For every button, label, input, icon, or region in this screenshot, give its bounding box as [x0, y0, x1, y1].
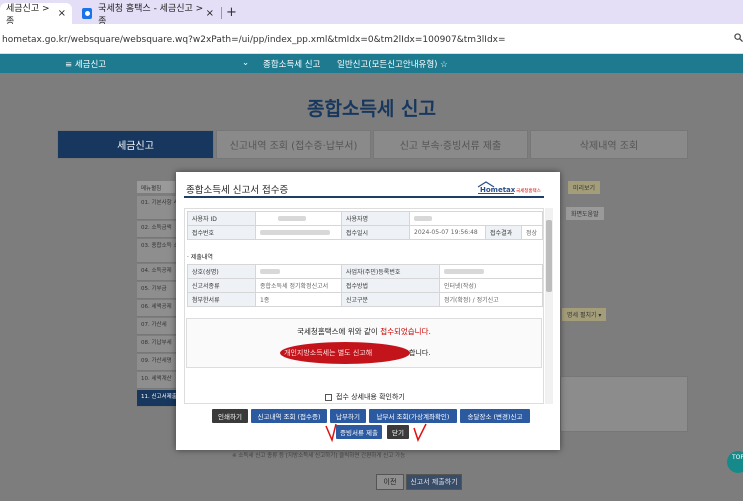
receipt-content: 사용자 ID 사용자명 접수번호 접수일시 2024-05-07 19:56:4… [184, 208, 544, 404]
sidebar-item[interactable]: 08. 기납부세 [137, 336, 177, 353]
svg-text:국세청홈택스: 국세청홈택스 [516, 187, 541, 194]
value: 인터넷(작성) [439, 278, 543, 293]
sidebar-item[interactable]: 04. 소득공제 [137, 264, 177, 281]
magnifier-icon[interactable] [734, 33, 743, 45]
value [255, 264, 342, 279]
value: 2024-05-07 19:56:48 [408, 225, 487, 240]
value: 정상 [521, 225, 543, 240]
red-annotation-marks [325, 423, 427, 443]
delivery-address-button[interactable]: 송달장소 (변경)신고 [460, 409, 530, 423]
table-row: 상호(성명) 사업자(주민)등록번호 [187, 264, 543, 279]
label: 접수결과 [485, 225, 523, 240]
sidebar-item[interactable]: 03. 종합소득 소득금액 [137, 239, 177, 263]
tab-deleted-history[interactable]: 삭제내역 조회 [530, 130, 688, 159]
nav-menu-tax-filing[interactable]: ≡ 세금신고 [65, 58, 106, 70]
scroll-top-button[interactable]: TOP [727, 451, 743, 473]
hometax-logo: Hometax 국세청홈택스 [476, 180, 548, 194]
value [255, 225, 342, 240]
prev-button[interactable]: 이전 [376, 474, 404, 490]
sidebar-item[interactable]: 01. 기본사항 사업장 [137, 196, 177, 220]
close-icon[interactable]: × [58, 8, 66, 19]
submit-return-button[interactable]: 신고서 제출하기 [406, 474, 462, 490]
scrollbar-thumb[interactable] [546, 220, 552, 292]
background-panel [560, 376, 688, 432]
nav-crumb-general-filing[interactable]: 일반신고(모든신고안내유형) ☆ [337, 58, 448, 70]
sidebar-item[interactable]: 05. 기부금 [137, 282, 177, 299]
checkbox-label: 접수 상세내용 확인하기 [336, 393, 405, 401]
sidebar-item[interactable]: 09. 가산세명 [137, 354, 177, 371]
nav-crumb-income-tax[interactable]: 종합소득세 신고 [263, 58, 320, 70]
bottom-note: ※ 소득세 신고 종류 등 [지방소득세 신고하기] 클릭하면 간편하게 신고 … [232, 453, 406, 459]
table-row: 사용자 ID 사용자명 [187, 211, 543, 226]
sidebar-item[interactable]: 06. 세액공제 [137, 300, 177, 317]
tab-title: 세금신고 > 종 [6, 3, 50, 27]
print-button[interactable]: 인쇄하기 [212, 409, 248, 423]
value: 1종 [255, 292, 342, 307]
browser-tab-1[interactable]: 세금신고 > 종 × [0, 3, 72, 27]
value: 정기(확정) / 정기신고 [439, 292, 543, 307]
sidebar-item[interactable]: 07. 가산세 [137, 318, 177, 335]
new-tab-button[interactable]: + [226, 5, 237, 20]
label: 신고서종류 [187, 278, 256, 293]
browser-tab-2[interactable]: 국세청 홈택스 - 세금신고 > 종 × [76, 3, 220, 27]
redacted-value [260, 230, 330, 235]
submission-table: 상호(성명) 사업자(주민)등록번호 신고서종류 종합소득세 정기확정신고서 접… [187, 264, 543, 307]
table-row: 신고서종류 종합소득세 정기확정신고서 접수방법 인터넷(작성) [187, 278, 543, 293]
chevron-down-icon[interactable]: ⌄ [242, 58, 249, 68]
sidebar-toggle[interactable]: 메뉴펼침 [137, 181, 175, 193]
redacted-value [444, 269, 484, 274]
sidebar-item-active[interactable]: 11. 신고서제출 [137, 390, 177, 407]
local-tax-notice: 개인지방소득세는 별도 신고해 [284, 349, 373, 357]
label: 사업자(주민)등록번호 [341, 264, 440, 279]
tab-filing-history[interactable]: 신고내역 조회 (접수증·납부서) [216, 130, 371, 159]
user-info-table: 사용자 ID 사용자명 접수번호 접수일시 2024-05-07 19:56:4… [187, 211, 543, 240]
success-message: 국세청홈택스에 위와 같이 접수되었습니다. [297, 327, 431, 336]
tab-attachments[interactable]: 신고 부속·증빙서류 제출 [373, 130, 528, 159]
url-text[interactable]: hometax.go.kr/websquare/websquare.wq?w2x… [2, 35, 506, 45]
hometax-favicon-icon [82, 8, 93, 19]
label: 사용자명 [341, 211, 410, 226]
modal-title: 종합소득세 신고서 접수증 [186, 185, 289, 196]
filing-history-button[interactable]: 신고내역 조회 (접수증) [251, 409, 327, 423]
table-row: 접수번호 접수일시 2024-05-07 19:56:48 접수결과 정상 [187, 225, 543, 240]
label: 접수번호 [187, 225, 256, 240]
top-navigation: ≡ 세금신고 ⌄ 종합소득세 신고 일반신고(모든신고안내유형) ☆ [0, 54, 743, 73]
close-icon[interactable]: × [206, 8, 214, 19]
value [255, 211, 342, 226]
section-label: · 제출내역 [187, 254, 213, 261]
modal-title-divider [184, 196, 544, 198]
value: 종합소득세 정기확정신고서 [255, 278, 342, 293]
tab-tax-filing[interactable]: 세금신고 [57, 130, 214, 159]
local-tax-notice-end: 합니다. [409, 349, 431, 357]
tab-separator [221, 7, 222, 19]
label: 상호(성명) [187, 264, 256, 279]
detail-checkbox-row[interactable]: 접수 상세내용 확인하기 [325, 392, 405, 402]
page-title: 종합소득세 신고 [307, 98, 436, 120]
sidebar-item[interactable]: 02. 소득금액 [137, 221, 177, 238]
help-button[interactable]: 화면도움말 [566, 207, 604, 220]
label: 접수일시 [341, 225, 410, 240]
label: 첨부한서류 [187, 292, 256, 307]
label: 접수방법 [341, 278, 440, 293]
redacted-value [278, 216, 306, 221]
tab-title: 국세청 홈택스 - 세금신고 > 종 [98, 3, 204, 27]
expand-details-button[interactable]: 명세 펼치기 ▾ [562, 308, 607, 321]
label: 신고구분 [341, 292, 440, 307]
value [439, 264, 543, 279]
label: 사용자 ID [187, 211, 256, 226]
value [409, 211, 543, 226]
checkbox[interactable] [325, 393, 332, 401]
redacted-value [414, 216, 432, 221]
table-row: 첨부한서류 1종 신고구분 정기(확정) / 정기신고 [187, 292, 543, 307]
preview-button[interactable]: 미리보기 [568, 181, 601, 194]
redacted-value [260, 269, 280, 274]
svg-text:Hometax: Hometax [480, 186, 516, 194]
sidebar-item[interactable]: 10. 세액계산 [137, 372, 177, 389]
